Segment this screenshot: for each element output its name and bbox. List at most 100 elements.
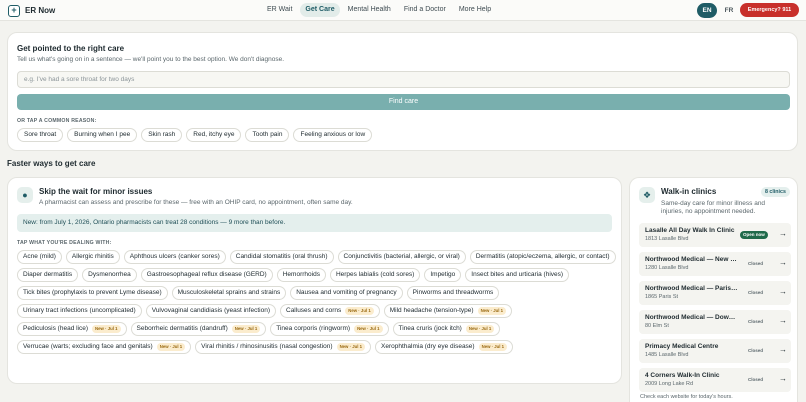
clinic-address: 80 Elm St [645, 323, 669, 329]
condition-label: Tinea cruris (jock itch) [398, 325, 462, 332]
minor-issues-card: ● Skip the wait for minor issues A pharm… [7, 177, 622, 384]
emergency-button[interactable]: Emergency? 911 [740, 3, 799, 17]
walk-in-clinics-card: ❖ Walk-in clinics 8 clinics Same-day car… [629, 177, 798, 402]
app-logo[interactable]: + ER Now [8, 4, 55, 17]
reason-chip-anxious-low[interactable]: Feeling anxious or low [293, 128, 373, 142]
clinic-status-badge: Closed [748, 377, 764, 382]
condition-label: Hemorrhoids [282, 271, 320, 278]
clinics-count-badge: 8 clinics [761, 187, 790, 197]
clinic-row[interactable]: Lasalle All Day Walk In Clinic 1813 Lasal… [639, 223, 791, 247]
reason-chip-tooth-pain[interactable]: Tooth pain [245, 128, 290, 142]
clinic-name: Lasalle All Day Walk In Clinic [645, 227, 735, 234]
clinic-address: 1280 Lasalle Blvd [645, 265, 689, 271]
condition-label: Nausea and vomiting of pregnancy [296, 289, 397, 296]
condition-chip[interactable]: Dermatitis (atopic/eczema, allergic, or … [469, 250, 616, 264]
condition-label: Calluses and corns [286, 307, 342, 314]
find-care-button[interactable]: Find care [17, 94, 790, 110]
condition-label: Urinary tract infections (uncomplicated) [23, 307, 136, 314]
condition-chip[interactable]: Verrucae (warts; excluding face and geni… [17, 340, 192, 354]
condition-chip[interactable]: Tinea corporis (ringworm) New · Jul 1 [270, 322, 389, 336]
condition-label: Impetigo [430, 271, 456, 278]
app-name: ER Now [25, 6, 56, 15]
condition-chip[interactable]: Insect bites and urticaria (hives) [465, 268, 570, 282]
condition-chip[interactable]: Pediculosis (head lice) New · Jul 1 [17, 322, 127, 336]
condition-chip[interactable]: Allergic rhinitis [65, 250, 120, 264]
condition-label: Verrucae (warts; excluding face and geni… [23, 343, 153, 350]
condition-chip[interactable]: Seborrheic dermatitis (dandruff) New · Ju… [130, 322, 267, 336]
condition-chip[interactable]: Diaper dermatitis [17, 268, 79, 282]
condition-chip[interactable]: Mild headache (tension-type) New · Jul 1 [383, 304, 513, 318]
condition-chip[interactable]: Acne (mild) [17, 250, 62, 264]
condition-chip[interactable]: Urinary tract infections (uncomplicated) [17, 304, 142, 318]
arrow-right-icon[interactable]: → [779, 287, 787, 296]
condition-label: Dysmenorrhea [88, 271, 131, 278]
condition-label: Pinworms and threadworms [412, 289, 494, 296]
condition-chip[interactable]: Conjunctivitis (bacterial, allergic, or … [337, 250, 466, 264]
condition-label: Gastroesophageal reflux disease (GERD) [146, 271, 267, 278]
reason-chip-skin-rash[interactable]: Skin rash [141, 128, 183, 142]
clinic-address: 1813 Lasalle Blvd [645, 236, 689, 242]
reason-chip-sore-throat[interactable]: Sore throat [17, 128, 64, 142]
walking-person-icon: ❖ [639, 187, 655, 203]
condition-chip[interactable]: Tinea cruris (jock itch) New · Jul 1 [392, 322, 501, 336]
condition-chip[interactable]: Candidal stomatitis (oral thrush) [229, 250, 334, 264]
symptom-search-input[interactable] [17, 71, 790, 88]
arrow-right-icon[interactable]: → [779, 258, 787, 267]
clinic-status-badge: Closed [748, 290, 764, 295]
condition-label: Tick bites (prophylaxis to prevent Lyme … [23, 289, 162, 296]
condition-label: Aphthous ulcers (canker sores) [129, 253, 220, 260]
condition-chip[interactable]: Viral rhinitis / rhinosinusitis (nasal c… [195, 340, 372, 354]
nav-more-help[interactable]: More Help [454, 3, 496, 17]
condition-chip[interactable]: Musculoskeletal sprains and strains [171, 286, 287, 300]
condition-chip[interactable]: Xerophthalmia (dry eye disease) New · Jul… [375, 340, 514, 354]
condition-chip[interactable]: Calluses and corns New · Jul 1 [280, 304, 380, 318]
condition-chip[interactable]: Tick bites (prophylaxis to prevent Lyme … [17, 286, 168, 300]
condition-chip[interactable]: Gastroesophageal reflux disease (GERD) [140, 268, 273, 282]
minor-issues-subtitle: A pharmacist can assess and prescribe fo… [39, 199, 353, 206]
nav-find-a-doctor[interactable]: Find a Doctor [399, 3, 451, 17]
condition-chip[interactable]: Vulvovaginal candidiasis (yeast infectio… [145, 304, 276, 318]
condition-chip[interactable]: Hemorrhoids [276, 268, 326, 282]
new-badge: New · Jul 1 [156, 343, 186, 351]
top-bar: + ER Now ER Wait Get Care Mental Health … [0, 0, 806, 21]
reason-chip-red-itchy-eye[interactable]: Red, itchy eye [186, 128, 242, 142]
clinic-address: 2009 Long Lake Rd [645, 381, 694, 387]
conditions-label: TAP WHAT YOU'RE DEALING WITH: [17, 240, 112, 246]
arrow-right-icon[interactable]: → [779, 316, 787, 325]
clinic-row[interactable]: Northwood Medical — New Sudbury 1280 Lasa… [639, 252, 791, 276]
nav-mental-health[interactable]: Mental Health [343, 3, 396, 17]
arrow-right-icon[interactable]: → [779, 374, 787, 383]
condition-label: Diaper dermatitis [23, 271, 73, 278]
condition-label: Conjunctivitis (bacterial, allergic, or … [343, 253, 460, 260]
reason-chip-burning-pee[interactable]: Burning when I pee [67, 128, 138, 142]
condition-chip[interactable]: Impetigo [424, 268, 462, 282]
clinic-name: Northwood Medical — Paris St. [645, 285, 739, 292]
clinic-row[interactable]: 4 Corners Walk-In Clinic 2009 Long Lake R… [639, 368, 791, 392]
lang-en-button[interactable]: EN [697, 3, 717, 18]
condition-label: Candidal stomatitis (oral thrush) [235, 253, 328, 260]
arrow-right-icon[interactable]: → [779, 345, 787, 354]
condition-chip[interactable]: Herpes labialis (cold sores) [329, 268, 421, 282]
clinic-name: 4 Corners Walk-In Clinic [645, 372, 720, 379]
arrow-right-icon[interactable]: → [779, 229, 787, 238]
nav-get-care[interactable]: Get Care [300, 3, 340, 17]
common-reasons: Sore throat Burning when I pee Skin rash… [17, 128, 373, 142]
condition-chip[interactable]: Nausea and vomiting of pregnancy [290, 286, 403, 300]
condition-chip[interactable]: Aphthous ulcers (canker sores) [123, 250, 226, 264]
clinic-list: Lasalle All Day Walk In Clinic 1813 Lasal… [639, 223, 791, 397]
clinic-name: Northwood Medical — Downtown [645, 314, 739, 321]
condition-label: Pediculosis (head lice) [23, 325, 89, 332]
clinic-name: Primacy Medical Centre [645, 343, 719, 350]
condition-label: Musculoskeletal sprains and strains [177, 289, 281, 296]
clinic-row[interactable]: Northwood Medical — Downtown 80 Elm St Clo… [639, 310, 791, 334]
lang-fr-button[interactable]: FR [719, 3, 739, 18]
new-badge: New · Jul 1 [477, 307, 507, 315]
clinic-row[interactable]: Primacy Medical Centre 1485 Lasalle Blvd C… [639, 339, 791, 363]
pill-icon: ● [17, 187, 33, 203]
clinic-row[interactable]: Northwood Medical — Paris St. 1865 Paris … [639, 281, 791, 305]
new-badge: New · Jul 1 [92, 325, 121, 333]
condition-label: Herpes labialis (cold sores) [335, 271, 415, 278]
condition-chip[interactable]: Dysmenorrhea [82, 268, 137, 282]
condition-chip[interactable]: Pinworms and threadworms [406, 286, 500, 300]
nav-er-wait[interactable]: ER Wait [262, 3, 297, 17]
